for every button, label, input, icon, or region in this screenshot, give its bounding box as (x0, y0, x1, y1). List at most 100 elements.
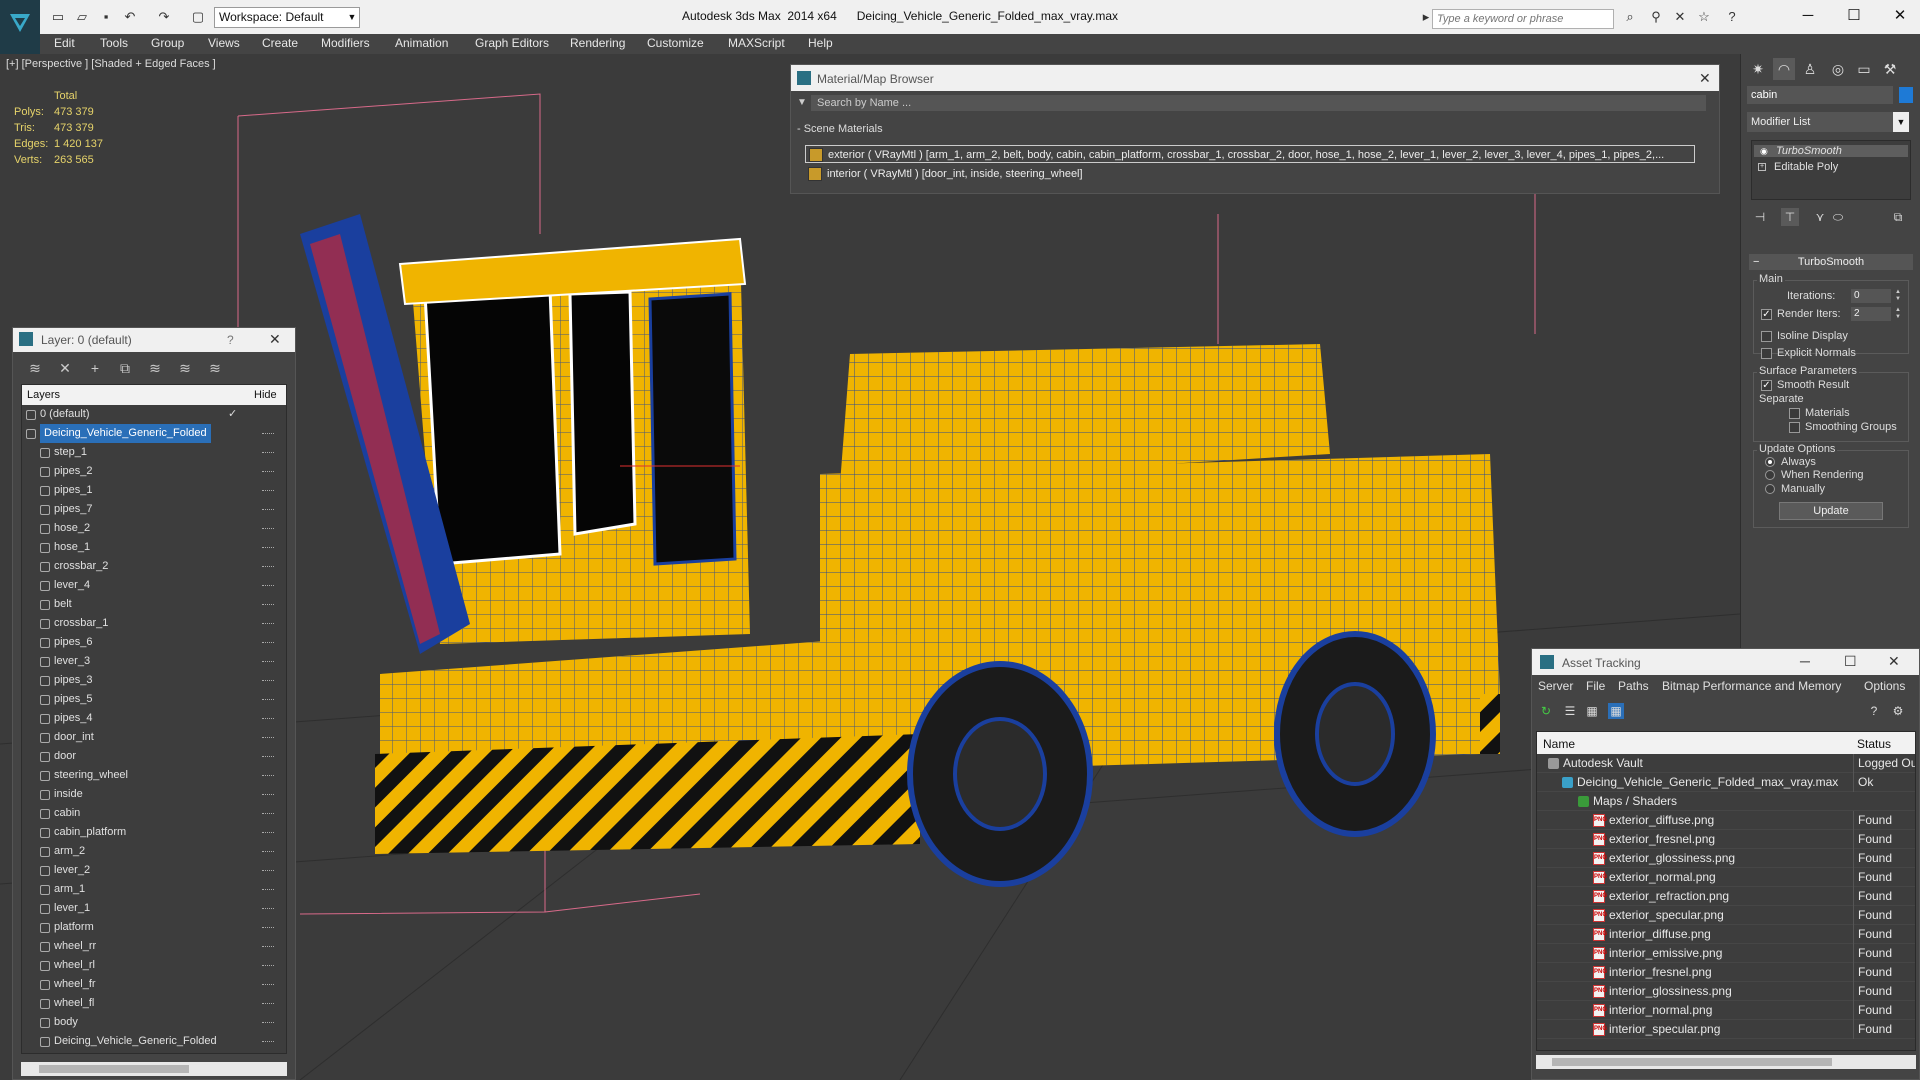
layer-row[interactable]: inside (22, 785, 286, 804)
asset-menu-server[interactable]: Server (1538, 679, 1573, 693)
asset-settings-icon[interactable]: ⚙ (1890, 703, 1906, 719)
hide-toggle[interactable] (262, 756, 274, 758)
asset-row[interactable]: PNG interior_emissive.png Found (1537, 944, 1915, 963)
asset-row[interactable]: PNG interior_normal.png Found (1537, 1001, 1915, 1020)
help-icon[interactable]: ? (1724, 9, 1740, 25)
asset-close-icon[interactable]: ✕ (1888, 653, 1900, 670)
asset-menu-file[interactable]: File (1586, 679, 1605, 693)
asset-row[interactable]: PNG exterior_fresnel.png Found (1537, 830, 1915, 849)
layer-horizontal-scrollbar[interactable] (21, 1062, 287, 1076)
layer-row[interactable]: pipes_3 (22, 671, 286, 690)
material-row-exterior[interactable]: exterior ( VRayMtl ) [arm_1, arm_2, belt… (805, 145, 1695, 163)
favorites-icon[interactable]: ☆ (1696, 9, 1712, 25)
object-color-swatch[interactable] (1899, 87, 1913, 103)
menu-graph-editors[interactable]: Graph Editors (475, 36, 549, 50)
asset-row[interactable]: PNG interior_glossiness.png Found (1537, 982, 1915, 1001)
hide-toggle[interactable] (262, 775, 274, 777)
layer-row[interactable]: cabin (22, 804, 286, 823)
hide-toggle[interactable] (262, 623, 274, 625)
stack-item-turbosmooth[interactable]: TurboSmooth (1754, 145, 1908, 157)
hide-toggle[interactable] (262, 452, 274, 454)
hide-toggle[interactable] (262, 699, 274, 701)
isoline-checkbox[interactable] (1761, 331, 1772, 342)
layer-panel-titlebar[interactable]: Layer: 0 (default) ? ✕ (13, 328, 295, 352)
table-view-icon[interactable]: ▦ (1584, 703, 1600, 719)
communication-icon[interactable]: ✕ (1672, 9, 1688, 25)
subscription-icon[interactable]: ⚲ (1648, 9, 1664, 25)
iterations-spinner[interactable]: 0 (1851, 289, 1891, 303)
layer-row[interactable]: platform (22, 918, 286, 937)
hide-toggle[interactable] (262, 984, 274, 986)
render-iters-checkbox[interactable]: ✓ (1761, 309, 1772, 320)
asset-row[interactable]: Autodesk Vault Logged Out (1537, 754, 1915, 773)
minimize-icon[interactable]: ─ (1788, 4, 1828, 28)
save-icon[interactable]: ▪ (98, 9, 114, 25)
hide-toggle[interactable] (262, 585, 274, 587)
menu-views[interactable]: Views (208, 36, 240, 50)
list-view-icon[interactable]: ☰ (1562, 703, 1578, 719)
menu-tools[interactable]: Tools (100, 36, 128, 50)
menu-create[interactable]: Create (262, 36, 298, 50)
render-iters-spinner[interactable]: 2 (1851, 307, 1891, 321)
layer-row[interactable]: 0 (default) ✓ (22, 405, 286, 424)
layer-close-icon[interactable]: ✕ (269, 331, 281, 348)
manually-radio[interactable] (1765, 484, 1775, 494)
hide-toggle[interactable] (262, 870, 274, 872)
hide-toggle[interactable] (262, 794, 274, 796)
iterations-spin-arrows[interactable]: ▲ ▼ (1893, 289, 1903, 303)
hide-toggle[interactable] (262, 965, 274, 967)
layer-row[interactable]: wheel_rl (22, 956, 286, 975)
hide-toggle[interactable] (262, 471, 274, 473)
hide-toggle[interactable] (262, 661, 274, 663)
hide-toggle[interactable] (262, 851, 274, 853)
smooth-result-checkbox[interactable]: ✓ (1761, 380, 1772, 391)
menu-help[interactable]: Help (808, 36, 833, 50)
asset-row[interactable]: PNG interior_specular.png Found (1537, 1020, 1915, 1039)
delete-layer-icon[interactable]: ✕ (57, 360, 73, 376)
layer-row[interactable]: step_1 (22, 443, 286, 462)
menu-rendering[interactable]: Rendering (570, 36, 625, 50)
asset-menu-paths[interactable]: Paths (1618, 679, 1649, 693)
asset-minimize-icon[interactable]: ─ (1800, 653, 1810, 669)
layer-row[interactable]: lever_4 (22, 576, 286, 595)
search-options-icon[interactable]: ▼ (797, 97, 807, 108)
layer-row[interactable]: steering_wheel (22, 766, 286, 785)
hide-toggle[interactable] (262, 718, 274, 720)
close-icon[interactable]: ✕ (1880, 4, 1920, 28)
freeze-all-layers-icon[interactable]: ≋ (207, 360, 223, 376)
layer-row[interactable]: belt (22, 595, 286, 614)
select-in-layer-icon[interactable]: ⧉ (117, 360, 133, 376)
bulb-icon[interactable]: ◉ (1760, 146, 1768, 157)
make-unique-icon[interactable]: ⋎ (1811, 208, 1829, 226)
show-end-result-icon[interactable]: ⊤ (1781, 208, 1799, 226)
menu-maxscript[interactable]: MAXScript (728, 36, 785, 50)
asset-row[interactable]: PNG exterior_glossiness.png Found (1537, 849, 1915, 868)
layer-row[interactable]: crossbar_2 (22, 557, 286, 576)
asset-maximize-icon[interactable]: ☐ (1844, 653, 1857, 670)
search-box[interactable] (1432, 9, 1614, 29)
binoculars-icon[interactable]: ⌕ (1622, 9, 1638, 25)
asset-row[interactable]: PNG exterior_refraction.png Found (1537, 887, 1915, 906)
hide-toggle[interactable] (262, 1022, 274, 1024)
layer-row[interactable]: pipes_5 (22, 690, 286, 709)
material-browser-close-icon[interactable]: ✕ (1699, 70, 1711, 87)
layer-row[interactable]: hose_2 (22, 519, 286, 538)
hide-toggle[interactable] (262, 946, 274, 948)
explicit-normals-checkbox[interactable] (1761, 348, 1772, 359)
menu-animation[interactable]: Animation (395, 36, 448, 50)
expand-icon[interactable]: + (1758, 163, 1766, 171)
hide-toggle[interactable] (262, 813, 274, 815)
layer-row[interactable]: pipes_7 (22, 500, 286, 519)
search-input[interactable] (1433, 10, 1613, 28)
name-column-header[interactable]: Name (1543, 737, 1575, 751)
grid-view-icon[interactable]: ▦ (1608, 703, 1624, 719)
layer-row[interactable]: wheel_rr (22, 937, 286, 956)
refresh-icon[interactable]: ↻ (1538, 703, 1554, 719)
hide-toggle[interactable] (262, 547, 274, 549)
new-file-icon[interactable]: ▭ (50, 9, 66, 25)
asset-row[interactable]: PNG interior_fresnel.png Found (1537, 963, 1915, 982)
layer-row[interactable]: Deicing_Vehicle_Generic_Folded (22, 424, 286, 443)
layer-row[interactable]: crossbar_1 (22, 614, 286, 633)
hide-toggle[interactable] (262, 642, 274, 644)
pin-stack-icon[interactable]: ⊣ (1751, 208, 1769, 226)
